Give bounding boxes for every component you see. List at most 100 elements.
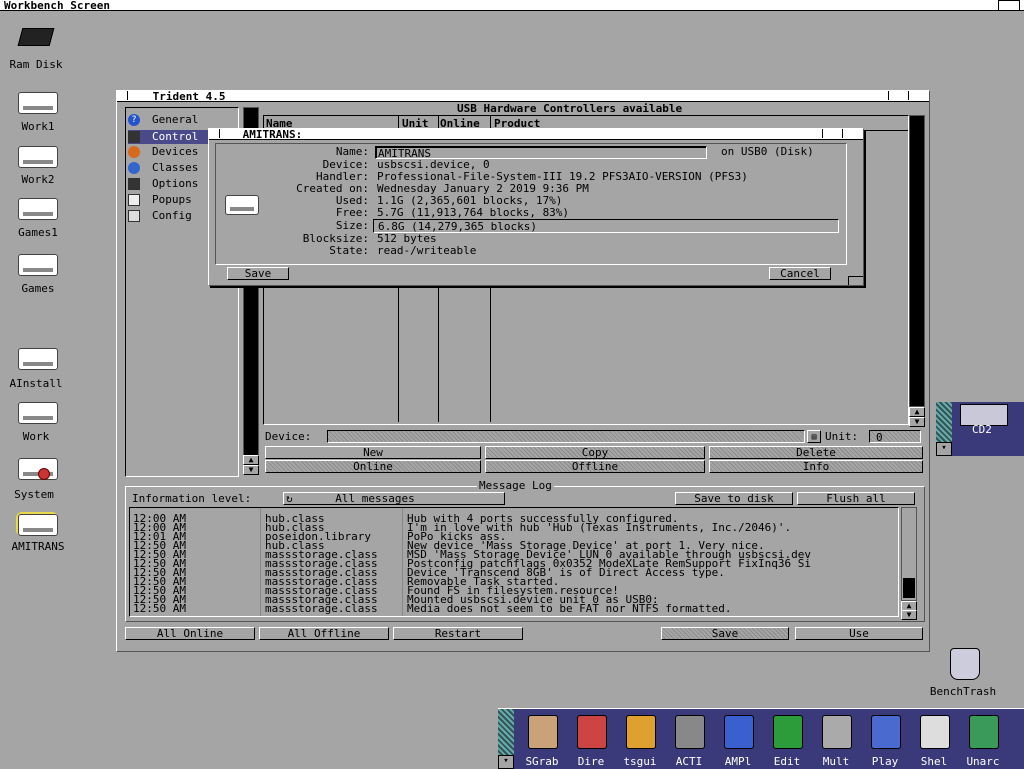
message-log-heading: Message Log (477, 479, 554, 492)
system-badge-icon (38, 468, 50, 480)
offline-button[interactable]: Offline (485, 460, 705, 473)
desktop-icon-ram-disk[interactable]: Ram Disk (0, 22, 72, 72)
icon-label: Work1 (21, 120, 55, 133)
dock-item-label: Mult (822, 755, 850, 768)
dock-item-sgrab[interactable]: SGrab (518, 711, 566, 768)
desktop-icon-games[interactable]: Games (0, 254, 76, 296)
info-level-value: All messages (335, 492, 415, 505)
sidebar-item-label: Options (152, 177, 199, 190)
trident-title-bar[interactable]: Trident 4.5 (117, 91, 929, 102)
dire-icon (577, 715, 607, 749)
desktop-icon-system[interactable]: System (0, 458, 76, 501)
restart-button[interactable]: Restart (393, 627, 523, 640)
sidebar-item-label: Devices (152, 145, 199, 158)
cancel-button[interactable]: Cancel (769, 267, 831, 280)
dock-item-dire[interactable]: Dire (567, 711, 615, 768)
sidebar-scroll-down-button[interactable]: ▼ (243, 465, 259, 475)
resize-gadget-icon[interactable] (848, 276, 863, 285)
shel-icon (920, 715, 950, 749)
icon-label: AMITRANS (11, 540, 65, 553)
desktop-icon-work[interactable]: Work (0, 402, 76, 444)
amitrans-info-window[interactable]: AMITRANS: Name: AMITRANS on USB0 (Disk) … (208, 128, 864, 286)
trash-icon (950, 648, 980, 680)
save-button[interactable]: Save (661, 627, 789, 640)
screen-depth-gadget[interactable] (998, 0, 1020, 11)
dock-item-label: AMPl (724, 755, 752, 768)
controllers-scrollbar[interactable] (909, 115, 925, 407)
log-time: 12:50 AM (133, 602, 186, 615)
zoom-gadget-icon[interactable] (822, 129, 841, 138)
device-popup-button[interactable]: ▤ (807, 430, 821, 443)
online-button[interactable]: Online (265, 460, 481, 473)
desktop-icon-benchtrash[interactable]: BenchTrash (920, 646, 1010, 698)
delete-button[interactable]: Delete (709, 446, 923, 459)
harddisk-icon (18, 254, 58, 276)
log-row[interactable]: 12:50 AM massstorage.class Media does not … (133, 602, 895, 615)
all-online-button[interactable]: All Online (125, 627, 255, 640)
device-icon (128, 146, 140, 158)
unit-value: 0 (876, 431, 883, 444)
message-log-list[interactable]: 12:00 AM hub.class Hub with 4 ports succes… (129, 507, 899, 617)
depth-gadget-icon[interactable] (842, 129, 863, 138)
screen-title-bar[interactable]: Workbench Screen (0, 0, 1024, 11)
log-row[interactable]: 12:00 AM hub.class I'm in love with hub 'H… (133, 522, 895, 533)
depth-gadget-icon[interactable] (908, 91, 929, 100)
log-scroll-down-button[interactable]: ▼ (901, 610, 917, 620)
controllers-scroll-up-button[interactable]: ▲ (909, 407, 925, 417)
zoom-gadget-icon[interactable] (888, 91, 907, 100)
dock-item-unarc[interactable]: Unarc (959, 711, 1007, 768)
unit-field[interactable]: 0 (869, 430, 921, 443)
log-source: massstorage.class (265, 602, 378, 615)
options-icon (128, 178, 140, 190)
icon-label: BenchTrash (929, 685, 997, 698)
desktop-icon-games1[interactable]: Games1 (0, 198, 76, 240)
desktop-icon-cd2[interactable]: ▾ CD2 (936, 402, 1024, 456)
close-gadget-icon[interactable] (209, 129, 220, 138)
dock-arrow-icon[interactable]: ▾ (498, 755, 514, 769)
dock-item-play[interactable]: Play (861, 711, 909, 768)
dock-item-label: Unarc (966, 755, 1000, 768)
dock-item-acti[interactable]: ACTI (665, 711, 713, 768)
icon-label: CD2 (972, 423, 992, 436)
dock-item-ampl[interactable]: AMPl (714, 711, 762, 768)
classes-icon (128, 162, 140, 174)
edit-icon (773, 715, 803, 749)
popups-icon (128, 194, 140, 206)
desktop-icon-amitrans[interactable]: AMITRANS (0, 512, 80, 554)
dock-item-shel[interactable]: Shel (910, 711, 958, 768)
info-level-cycle[interactable]: ↻ All messages (283, 492, 505, 505)
chip-icon (17, 28, 55, 46)
desktop-icon-work2[interactable]: Work2 (0, 146, 76, 188)
free-value: 5.7G (11,913,764 blocks, 83%) (377, 206, 570, 219)
dock-item-mult[interactable]: Mult (812, 711, 860, 768)
all-offline-button[interactable]: All Offline (259, 627, 389, 640)
new-button[interactable]: New (265, 446, 481, 459)
save-to-disk-button[interactable]: Save to disk (675, 492, 793, 505)
dock-item-edit[interactable]: Edit (763, 711, 811, 768)
dock-item-tsgui[interactable]: tsgui (616, 711, 664, 768)
icon-label: Games (21, 282, 55, 295)
desktop-icon-ainstall[interactable]: AInstall (0, 348, 76, 390)
dock-bar: ▾ SGrab Dire tsgui ACTI AMPl Edit Mult Play Shel… (498, 708, 1024, 769)
use-button[interactable]: Use (795, 627, 923, 640)
desktop-icon-work1[interactable]: Work1 (0, 92, 76, 134)
sgrab-icon (528, 715, 558, 749)
sidebar-item-label: General (152, 113, 199, 126)
scroll-thumb[interactable] (903, 578, 915, 598)
config-icon (128, 210, 140, 222)
cd-panel-arrow-icon[interactable]: ▾ (936, 442, 952, 456)
flush-all-button[interactable]: Flush all (797, 492, 915, 505)
device-field[interactable] (327, 430, 805, 443)
copy-button[interactable]: Copy (485, 446, 705, 459)
sidebar-scroll-up-button[interactable]: ▲ (243, 455, 259, 465)
harddisk-icon (18, 198, 58, 220)
info-button[interactable]: Info (709, 460, 923, 473)
amitrans-title-bar[interactable]: AMITRANS: (209, 129, 863, 140)
controllers-scroll-down-button[interactable]: ▼ (909, 417, 925, 427)
save-button[interactable]: Save (227, 267, 289, 280)
sidebar-item-label: Control (152, 130, 199, 143)
close-gadget-icon[interactable] (117, 91, 128, 100)
message-log-scrollbar[interactable] (901, 507, 917, 601)
state-label: State: (329, 244, 369, 257)
name-label: Name: (335, 145, 369, 158)
